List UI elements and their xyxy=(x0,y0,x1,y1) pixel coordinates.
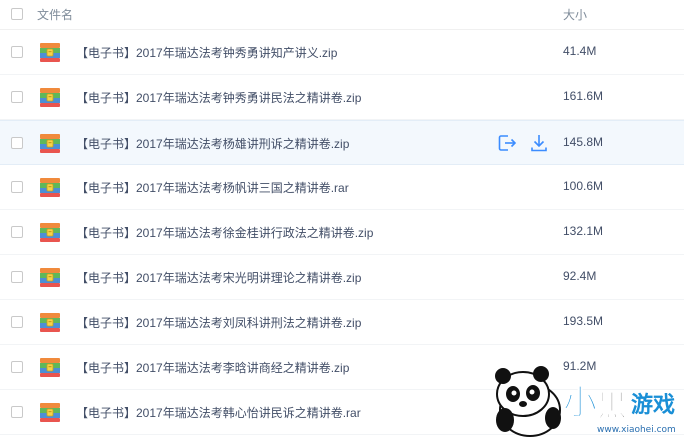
archive-file-icon xyxy=(40,313,60,332)
file-list-header: 文件名 大小 xyxy=(0,0,684,30)
file-name-link[interactable]: 【电子书】2017年瑞达法考李晗讲商经之精讲卷.zip xyxy=(76,359,349,376)
row-checkbox[interactable] xyxy=(11,406,23,418)
column-header-name[interactable]: 文件名 xyxy=(37,6,73,23)
archive-file-icon xyxy=(40,358,60,377)
file-size: 132.1M xyxy=(563,224,604,238)
row-checkbox[interactable] xyxy=(11,361,23,373)
watermark: 小 黑 游戏 www.xiaohei.com xyxy=(485,352,684,437)
file-name-link[interactable]: 【电子书】2017年瑞达法考杨雄讲刑诉之精讲卷.zip xyxy=(76,135,349,152)
svg-text:小: 小 xyxy=(563,383,597,423)
svg-text:www.xiaohei.com: www.xiaohei.com xyxy=(597,425,676,435)
archive-file-icon xyxy=(40,88,60,107)
file-size: 92.4M xyxy=(563,269,597,283)
row-checkbox[interactable] xyxy=(11,181,23,193)
archive-file-icon xyxy=(40,134,60,153)
archive-file-icon xyxy=(40,223,60,242)
column-header-size[interactable]: 大小 xyxy=(563,6,587,23)
file-size: 161.6M xyxy=(563,89,604,103)
file-name-link[interactable]: 【电子书】2017年瑞达法考杨帆讲三国之精讲卷.rar xyxy=(76,179,349,196)
row-checkbox[interactable] xyxy=(11,91,23,103)
panda-mascot-icon: 小 黑 游戏 www.xiaohei.com xyxy=(495,366,676,437)
file-list: 文件名 大小 【电子书】2017年瑞达法考钟秀勇讲知产讲义.zip 41.4M 【… xyxy=(0,0,684,437)
share-export-icon[interactable] xyxy=(497,133,517,153)
archive-file-icon xyxy=(40,403,60,422)
file-row[interactable]: 【电子书】2017年瑞达法考徐金桂讲行政法之精讲卷.zip 132.1M xyxy=(0,210,684,255)
svg-text:游戏: 游戏 xyxy=(631,392,675,418)
row-checkbox[interactable] xyxy=(11,137,23,149)
file-name-link[interactable]: 【电子书】2017年瑞达法考钟秀勇讲民法之精讲卷.zip xyxy=(76,89,361,106)
file-row[interactable]: 【电子书】2017年瑞达法考杨雄讲刑诉之精讲卷.zip 145.8M xyxy=(0,120,684,165)
file-row[interactable]: 【电子书】2017年瑞达法考宋光明讲理论之精讲卷.zip 92.4M xyxy=(0,255,684,300)
select-all-checkbox[interactable] xyxy=(11,8,23,20)
file-size: 41.4M xyxy=(563,44,597,58)
file-row[interactable]: 【电子书】2017年瑞达法考刘凤科讲刑法之精讲卷.zip 193.5M xyxy=(0,300,684,345)
svg-text:黑: 黑 xyxy=(597,389,627,424)
file-name-link[interactable]: 【电子书】2017年瑞达法考刘凤科讲刑法之精讲卷.zip xyxy=(76,314,361,331)
row-checkbox[interactable] xyxy=(11,271,23,283)
file-size: 100.6M xyxy=(563,179,604,193)
row-checkbox[interactable] xyxy=(11,226,23,238)
file-row[interactable]: 【电子书】2017年瑞达法考钟秀勇讲知产讲义.zip 41.4M xyxy=(0,30,684,75)
file-size: 193.5M xyxy=(563,314,604,328)
row-checkbox[interactable] xyxy=(11,46,23,58)
file-name-link[interactable]: 【电子书】2017年瑞达法考徐金桂讲行政法之精讲卷.zip xyxy=(76,224,373,241)
archive-file-icon xyxy=(40,43,60,62)
file-name-link[interactable]: 【电子书】2017年瑞达法考钟秀勇讲知产讲义.zip xyxy=(76,44,337,61)
download-icon[interactable] xyxy=(529,133,549,153)
file-name-link[interactable]: 【电子书】2017年瑞达法考韩心怡讲民诉之精讲卷.rar xyxy=(76,404,361,421)
archive-file-icon xyxy=(40,268,60,287)
file-size: 145.8M xyxy=(563,135,604,149)
row-checkbox[interactable] xyxy=(11,316,23,328)
file-name-link[interactable]: 【电子书】2017年瑞达法考宋光明讲理论之精讲卷.zip xyxy=(76,269,361,286)
file-row[interactable]: 【电子书】2017年瑞达法考杨帆讲三国之精讲卷.rar 100.6M xyxy=(0,165,684,210)
archive-file-icon xyxy=(40,178,60,197)
file-row[interactable]: 【电子书】2017年瑞达法考钟秀勇讲民法之精讲卷.zip 161.6M xyxy=(0,75,684,120)
